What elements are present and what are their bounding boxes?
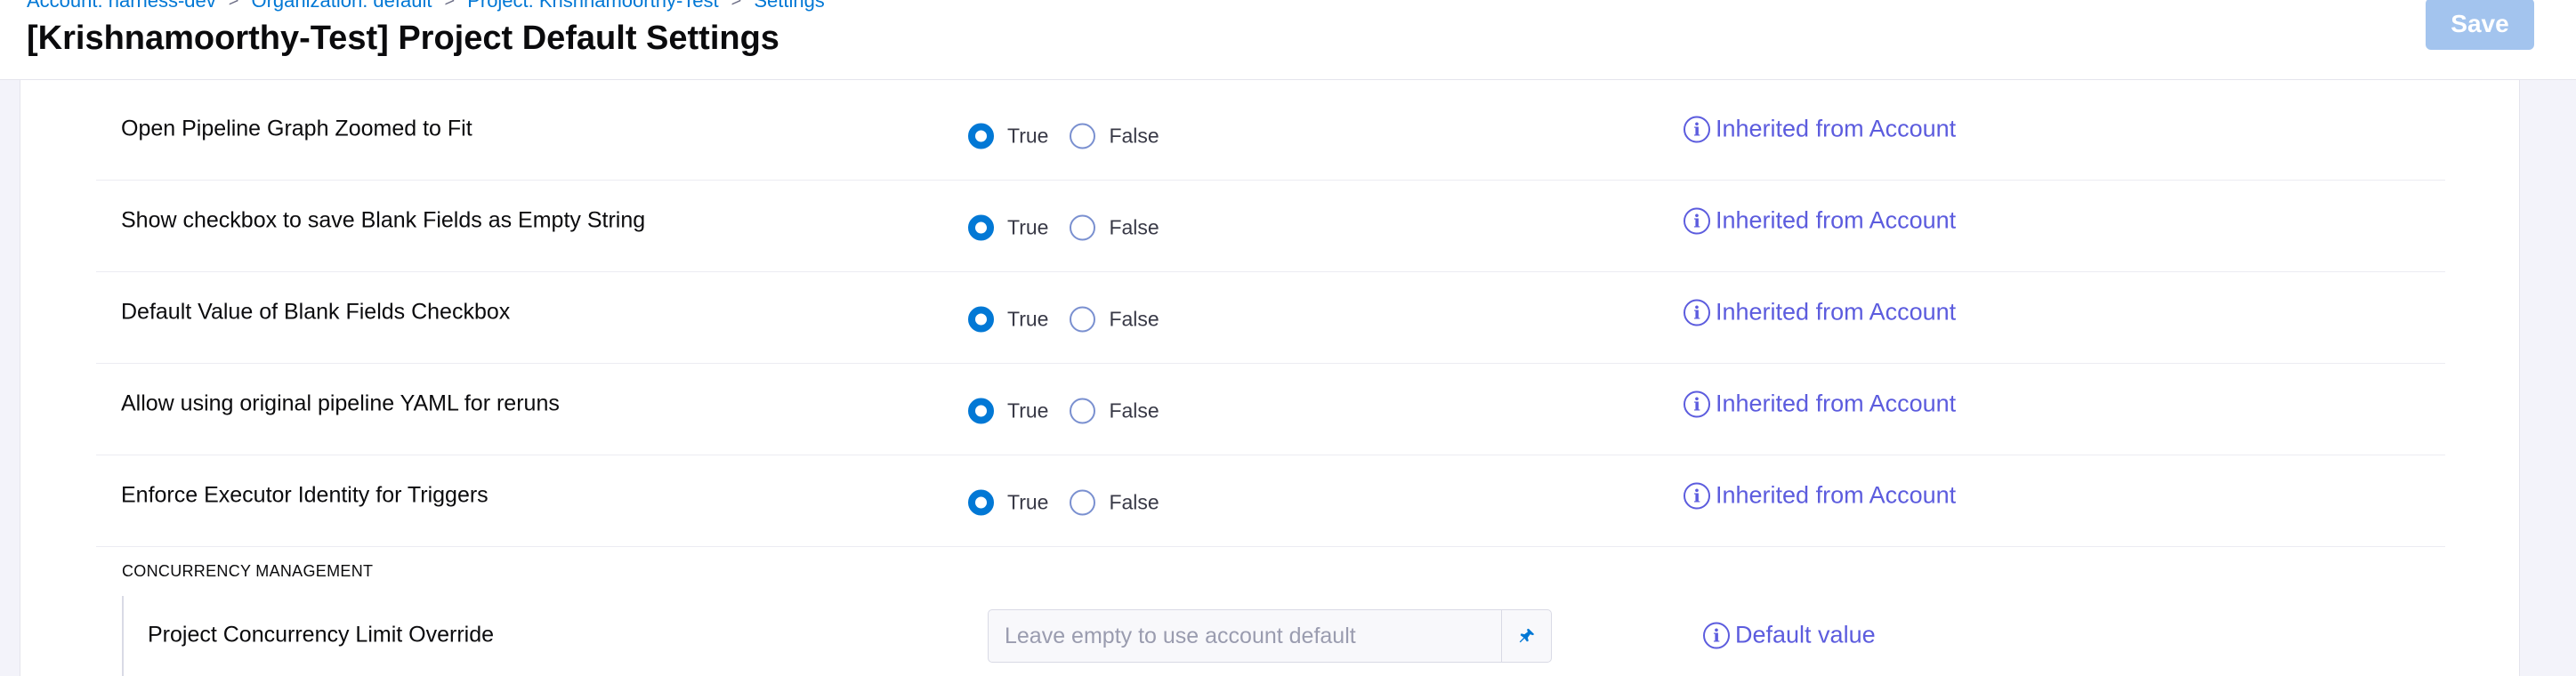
- radio-checked-icon[interactable]: [968, 489, 994, 516]
- setting-label: Open Pipeline Graph Zoomed to Fit: [121, 116, 472, 141]
- radio-label-true: True: [1007, 124, 1049, 148]
- inherited-text: Inherited from Account: [1716, 481, 1957, 509]
- chevron-right-icon: >: [444, 0, 456, 11]
- info-circle-icon: i: [1703, 622, 1730, 648]
- info-circle-icon: i: [1684, 482, 1710, 509]
- pin-icon: [1519, 628, 1534, 643]
- breadcrumb-account[interactable]: Account: harness-dev: [27, 0, 216, 12]
- inherited-badge[interactable]: i Inherited from Account: [1684, 299, 1956, 326]
- radio-label-false: False: [1109, 124, 1159, 148]
- chevron-right-icon: >: [731, 0, 742, 11]
- radio-group: True False: [968, 214, 1181, 241]
- setting-row: Default Value of Blank Fields Checkbox T…: [96, 273, 2445, 364]
- radio-true[interactable]: True: [968, 123, 1049, 149]
- radio-unchecked-icon[interactable]: [1070, 123, 1096, 149]
- radio-true[interactable]: True: [968, 306, 1049, 333]
- breadcrumb: Account: harness-dev > Organization: def…: [27, 0, 825, 12]
- radio-label-false: False: [1109, 307, 1159, 331]
- setting-row: Show checkbox to save Blank Fields as Em…: [96, 181, 2445, 272]
- breadcrumb-project[interactable]: Project: Krishnamoorthy-Test: [467, 0, 718, 12]
- concurrency-limit-field: [988, 609, 1552, 663]
- radio-label-true: True: [1007, 215, 1049, 239]
- save-button[interactable]: Save: [2426, 0, 2534, 50]
- breadcrumb-organization[interactable]: Organization: default: [251, 0, 432, 12]
- info-circle-icon: i: [1684, 390, 1710, 417]
- inherited-badge[interactable]: i Inherited from Account: [1684, 116, 1956, 143]
- page-title: [Krishnamoorthy-Test] Project Default Se…: [27, 20, 779, 57]
- radio-label-true: True: [1007, 490, 1049, 514]
- radio-true[interactable]: True: [968, 214, 1049, 241]
- radio-unchecked-icon[interactable]: [1070, 306, 1096, 333]
- pin-button[interactable]: [1501, 610, 1551, 662]
- radio-unchecked-icon[interactable]: [1070, 398, 1096, 424]
- default-value-badge[interactable]: i Default value: [1703, 622, 1876, 649]
- radio-label-false: False: [1109, 215, 1159, 239]
- radio-unchecked-icon[interactable]: [1070, 214, 1096, 241]
- setting-label: Allow using original pipeline YAML for r…: [121, 390, 560, 416]
- setting-row: Open Pipeline Graph Zoomed to Fit True F…: [96, 90, 2445, 181]
- breadcrumb-settings[interactable]: Settings: [754, 0, 825, 12]
- radio-checked-icon[interactable]: [968, 398, 994, 424]
- inherited-text: Inherited from Account: [1716, 115, 1957, 142]
- inherited-text: Inherited from Account: [1716, 206, 1957, 234]
- inherited-text: Inherited from Account: [1716, 390, 1957, 417]
- section-title-concurrency: CONCURRENCY MANAGEMENT: [122, 562, 374, 580]
- inherited-badge[interactable]: i Inherited from Account: [1684, 207, 1956, 235]
- radio-label-true: True: [1007, 307, 1049, 331]
- radio-false[interactable]: False: [1070, 398, 1159, 424]
- radio-label-false: False: [1109, 398, 1159, 422]
- radio-label-true: True: [1007, 398, 1049, 422]
- radio-group: True False: [968, 489, 1181, 516]
- radio-false[interactable]: False: [1070, 214, 1159, 241]
- inherited-text: Inherited from Account: [1716, 298, 1957, 326]
- setting-label: Default Value of Blank Fields Checkbox: [121, 299, 511, 325]
- radio-true[interactable]: True: [968, 398, 1048, 424]
- radio-true[interactable]: True: [968, 489, 1049, 516]
- radio-checked-icon[interactable]: [968, 214, 994, 241]
- inherited-badge[interactable]: i Inherited from Account: [1684, 482, 1956, 510]
- radio-group: True False: [968, 306, 1181, 333]
- info-circle-icon: i: [1684, 299, 1710, 326]
- section-divider: [122, 596, 124, 676]
- setting-row: Enforce Executor Identity for Triggers T…: [96, 456, 2445, 547]
- radio-checked-icon[interactable]: [968, 123, 994, 149]
- radio-false[interactable]: False: [1070, 489, 1159, 516]
- radio-group: True False: [968, 398, 1181, 424]
- setting-row: Allow using original pipeline YAML for r…: [96, 365, 2445, 455]
- radio-group: True False: [968, 123, 1181, 149]
- radio-unchecked-icon[interactable]: [1070, 489, 1096, 516]
- concurrency-limit-input[interactable]: [989, 610, 1501, 662]
- radio-false[interactable]: False: [1070, 123, 1159, 149]
- setting-label: Enforce Executor Identity for Triggers: [121, 482, 489, 508]
- default-value-text: Default value: [1735, 621, 1876, 648]
- setting-label: Show checkbox to save Blank Fields as Em…: [121, 207, 646, 233]
- radio-checked-icon[interactable]: [968, 306, 994, 333]
- radio-false[interactable]: False: [1070, 306, 1159, 333]
- info-circle-icon: i: [1684, 116, 1710, 142]
- info-circle-icon: i: [1684, 207, 1710, 234]
- chevron-right-icon: >: [228, 0, 239, 11]
- page-header: Account: harness-dev > Organization: def…: [0, 0, 2576, 80]
- inherited-badge[interactable]: i Inherited from Account: [1684, 390, 1956, 418]
- radio-label-false: False: [1109, 490, 1159, 514]
- concurrency-limit-label: Project Concurrency Limit Override: [148, 622, 495, 648]
